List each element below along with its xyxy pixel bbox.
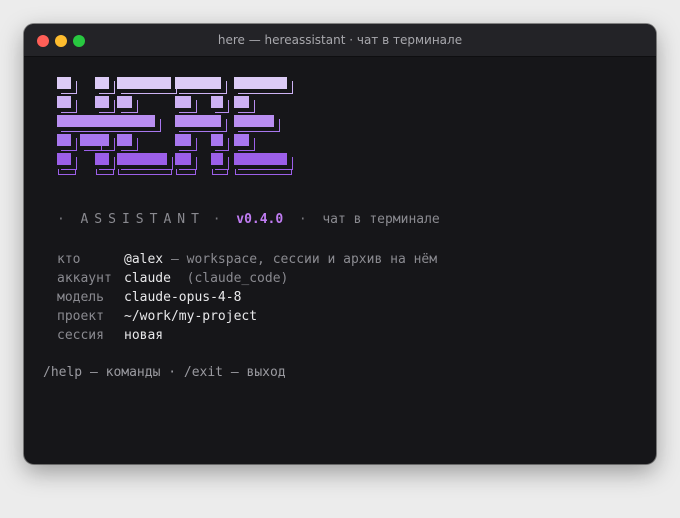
logo-shadow bbox=[99, 100, 115, 113]
logo-shadow bbox=[99, 138, 115, 151]
logo-shadow bbox=[179, 138, 197, 151]
info-key: аккаунт bbox=[57, 271, 112, 286]
logo-shadow bbox=[238, 138, 255, 151]
logo-shadow bbox=[179, 119, 227, 132]
info-value: новая bbox=[124, 328, 164, 343]
logo-shadow bbox=[238, 119, 280, 132]
version-label: v0.4.0 bbox=[236, 212, 284, 227]
info-note: — workspace, сессии и архив на нём bbox=[163, 252, 438, 267]
logo-shadow bbox=[238, 100, 255, 113]
info-key: проект bbox=[57, 309, 104, 324]
logo-shadow bbox=[238, 81, 293, 94]
command-hint: /help — команды · /exit — выход bbox=[43, 365, 286, 380]
logo-shadow bbox=[176, 169, 196, 175]
info-note: (claude_code) bbox=[170, 271, 289, 286]
tagline-bullet: · bbox=[298, 212, 307, 227]
info-row-project: проект ~/work/my-project bbox=[57, 307, 437, 326]
logo-shadow bbox=[235, 169, 292, 175]
window-title: here — hereassistant · чат в терминале bbox=[217, 33, 463, 47]
logo-shadow bbox=[118, 169, 172, 175]
tagline-bullet: · bbox=[212, 212, 221, 227]
terminal-content: · ASSISTANT · v0.4.0 · чат в терминале к… bbox=[24, 57, 656, 464]
logo-shadow bbox=[96, 169, 114, 175]
logo-shadow bbox=[99, 81, 115, 94]
ascii-logo-icon bbox=[57, 77, 297, 187]
info-key: кто bbox=[57, 252, 81, 267]
logo-shadow bbox=[215, 100, 229, 113]
info-key: модель bbox=[57, 290, 104, 305]
logo-shadow bbox=[179, 81, 227, 94]
tagline-bullet: · bbox=[57, 212, 65, 227]
logo-shadow bbox=[61, 100, 77, 113]
info-value: claude bbox=[124, 271, 171, 286]
logo-shadow bbox=[61, 138, 77, 151]
logo-shadow bbox=[179, 100, 197, 113]
title-bar: here — hereassistant · чат в терминале bbox=[24, 24, 656, 57]
logo-shadow bbox=[61, 119, 161, 132]
info-row-account: аккаунт claude (claude_code) bbox=[57, 269, 437, 288]
tagline-subtitle: чат в терминале bbox=[322, 212, 440, 227]
logo-shadow bbox=[121, 100, 138, 113]
logo-shadow bbox=[121, 81, 177, 94]
session-info: кто @alex — workspace, сессии и архив на … bbox=[57, 250, 437, 345]
logo-shadow bbox=[212, 169, 228, 175]
logo-shadow bbox=[121, 138, 138, 151]
logo-shadow bbox=[61, 81, 77, 94]
logo-shadow bbox=[58, 169, 76, 175]
info-row-who: кто @alex — workspace, сессии и архив на … bbox=[57, 250, 437, 269]
tagline: · ASSISTANT · v0.4.0 · чат в терминале bbox=[57, 212, 440, 227]
info-value: claude-opus-4-8 bbox=[124, 290, 242, 305]
info-row-model: модель claude-opus-4-8 bbox=[57, 288, 437, 307]
info-key: сессия bbox=[57, 328, 104, 343]
app-name: ASSISTANT bbox=[80, 212, 205, 227]
logo-shadow bbox=[215, 138, 229, 151]
terminal-window: here — hereassistant · чат в терминале ·… bbox=[24, 24, 656, 464]
info-value: ~/work/my-project bbox=[124, 309, 258, 324]
info-value: @alex bbox=[124, 252, 164, 267]
info-row-session: сессия новая bbox=[57, 326, 437, 345]
